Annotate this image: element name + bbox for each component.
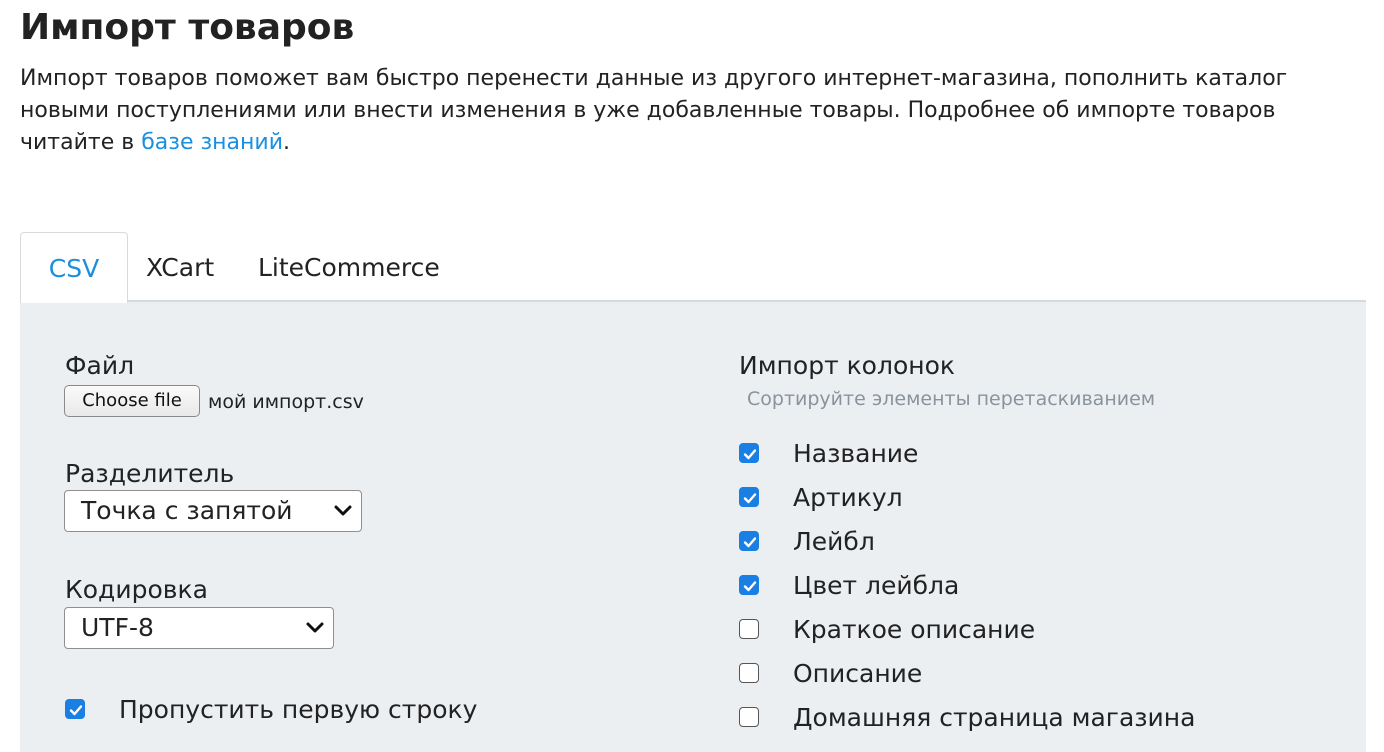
- column-label-store-homepage: Домашняя страница магазина: [793, 703, 1196, 732]
- column-checkbox-store-homepage[interactable]: [739, 707, 759, 727]
- encoding-value: UTF-8: [81, 613, 154, 642]
- column-label-short-description: Краткое описание: [793, 615, 1036, 644]
- checkmark-icon: [743, 537, 757, 548]
- checkmark-icon: [743, 449, 757, 460]
- encoding-select[interactable]: UTF-8: [64, 607, 334, 649]
- chevron-down-icon: [334, 505, 352, 516]
- csv-import-panel: Файл Choose file мой импорт.csv Разделит…: [20, 302, 1366, 752]
- knowledge-base-link[interactable]: базе знаний: [141, 130, 283, 155]
- delimiter-value: Точка с запятой: [81, 496, 293, 525]
- intro-end: .: [283, 130, 291, 155]
- columns-hint: Сортируйте элементы перетаскиванием: [747, 388, 1156, 410]
- file-name: мой импорт.csv: [208, 391, 364, 413]
- column-label-badge: Лейбл: [793, 527, 875, 556]
- file-label: Файл: [65, 351, 135, 380]
- tab-xcart[interactable]: XCart: [146, 232, 214, 302]
- chevron-down-icon: [306, 622, 324, 633]
- tab-csv[interactable]: CSV: [20, 232, 128, 303]
- skip-first-row-label: Пропустить первую строку: [119, 695, 478, 724]
- column-label-sku: Артикул: [793, 483, 903, 512]
- column-label-description: Описание: [793, 659, 923, 688]
- encoding-label: Кодировка: [65, 575, 208, 604]
- delimiter-label: Разделитель: [65, 459, 235, 488]
- import-tabs: CSV XCart LiteCommerce: [20, 232, 1366, 303]
- column-checkbox-short-description[interactable]: [739, 619, 759, 639]
- column-checkbox-badge[interactable]: [739, 531, 759, 551]
- delimiter-select[interactable]: Точка с запятой: [64, 490, 362, 532]
- checkmark-icon: [69, 705, 83, 716]
- intro-paragraph: Импорт товаров поможет вам быстро перене…: [20, 63, 1370, 159]
- column-checkbox-sku[interactable]: [739, 487, 759, 507]
- column-label-name: Название: [793, 439, 919, 468]
- column-checkbox-name[interactable]: [739, 443, 759, 463]
- column-checkbox-description[interactable]: [739, 663, 759, 683]
- column-label-badge-color: Цвет лейбла: [793, 571, 960, 600]
- columns-title: Импорт колонок: [739, 351, 955, 380]
- tab-litecommerce[interactable]: LiteCommerce: [258, 232, 440, 302]
- checkmark-icon: [743, 493, 757, 504]
- choose-file-button[interactable]: Choose file: [64, 385, 200, 417]
- skip-first-row-checkbox[interactable]: [65, 699, 85, 719]
- column-checkbox-badge-color[interactable]: [739, 575, 759, 595]
- checkmark-icon: [743, 581, 757, 592]
- page-title: Импорт товаров: [20, 7, 355, 48]
- import-page: Импорт товаров Импорт товаров поможет ва…: [0, 0, 1384, 752]
